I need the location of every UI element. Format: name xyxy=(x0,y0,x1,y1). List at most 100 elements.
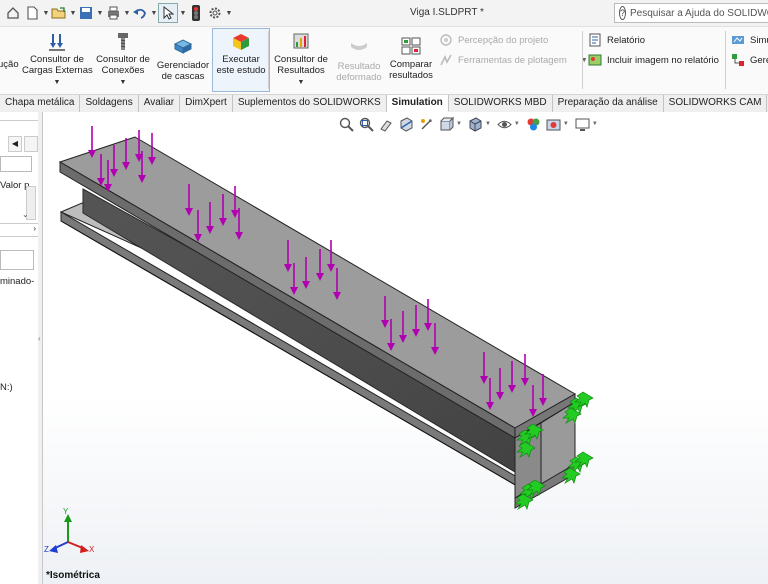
tab-evaluate[interactable]: Avaliar xyxy=(139,95,181,112)
include-image-icon xyxy=(588,53,602,67)
chevron-down-icon[interactable]: ▼ xyxy=(22,77,92,88)
material-field[interactable] xyxy=(0,250,34,270)
scroll-right-button[interactable] xyxy=(24,136,38,152)
chevron-down-icon[interactable]: ▼ xyxy=(179,10,187,17)
undo-icon[interactable] xyxy=(131,4,149,22)
select-icon[interactable] xyxy=(158,3,178,23)
panel-header xyxy=(0,112,38,121)
ribbon-label: ução xyxy=(0,59,19,70)
tab-simulation[interactable]: Simulation xyxy=(386,95,449,112)
ribbon-label: Consultor de Resultados xyxy=(274,54,328,76)
ribbon-label: Resultado deformado xyxy=(336,61,382,83)
include-image-button[interactable]: Incluir imagem no relatório xyxy=(588,53,719,67)
save-icon[interactable] xyxy=(77,4,95,22)
title-bar: ▼ ▼ ▼ ▼ ▼ ▼ ▼ Viga I.SLDPRT * ? Pesquisa… xyxy=(0,0,768,27)
deformed-result-icon xyxy=(349,39,369,59)
ribbon-separator xyxy=(725,31,726,89)
chevron-down-icon[interactable]: ▼ xyxy=(69,10,77,17)
run-study-button[interactable]: Executar este estudo xyxy=(212,27,270,76)
run-study-icon xyxy=(231,32,251,52)
tab-dimxpert[interactable]: DimXpert xyxy=(180,95,233,112)
results-advisor-button[interactable]: Consultor de Resultados ▼ xyxy=(270,27,332,88)
help-search-field[interactable]: ? Pesquisar a Ajuda do SOLIDWORKS xyxy=(614,3,768,23)
help-search-placeholder: Pesquisar a Ajuda do SOLIDWORKS xyxy=(630,7,768,19)
horizontal-scrollbar[interactable]: › xyxy=(0,223,38,237)
manager-icon xyxy=(731,53,745,67)
report-label: Relatório xyxy=(607,34,646,46)
value-input[interactable] xyxy=(0,156,32,172)
chevron-down-icon[interactable]: ▼ xyxy=(150,10,158,17)
triad-z-label: Z xyxy=(44,545,49,554)
ribbon-label: Gerenciador de cascas xyxy=(156,60,210,82)
ribbon-label: Comparar resultados xyxy=(389,59,433,81)
valor-label: Valor p xyxy=(0,180,30,191)
tab-addins[interactable]: Suplementos do SOLIDWORKS xyxy=(233,95,387,112)
simulation-button[interactable]: Simu xyxy=(731,33,768,47)
ribbon-separator xyxy=(268,31,269,89)
cut-off-icon xyxy=(0,32,18,52)
command-manager-ribbon: ução Consultor de Cargas Externas ▼ Consu… xyxy=(0,27,768,95)
graphics-area[interactable]: ▼ ▼ ▼ ▼ ▼ Y X Z *Isométrica xyxy=(43,112,768,584)
ribbon-label: Consultor de Cargas Externas xyxy=(22,54,93,76)
plot-tools-icon xyxy=(439,53,453,67)
window-title: Viga I.SLDPRT * xyxy=(410,7,484,18)
ribbon-label: Consultor de Conexões xyxy=(96,54,150,76)
print-icon[interactable] xyxy=(104,4,122,22)
home-icon[interactable] xyxy=(4,4,22,22)
cut-off-button[interactable]: ução xyxy=(0,27,19,70)
compare-results-icon xyxy=(401,37,421,57)
options-gear-icon[interactable] xyxy=(206,4,224,22)
manager-label: Gere xyxy=(750,54,768,66)
external-loads-icon xyxy=(47,32,67,52)
design-insight-label: Percepção do projeto xyxy=(458,34,549,46)
help-icon: ? xyxy=(619,6,627,20)
simulation-label: Simu xyxy=(750,34,768,46)
scroll-left-button[interactable]: ◀ xyxy=(8,136,22,152)
chevron-down-icon[interactable]: ▼ xyxy=(270,77,332,88)
report-icon xyxy=(588,33,602,47)
report-button[interactable]: Relatório xyxy=(588,33,645,47)
compare-results-button[interactable]: Comparar resultados xyxy=(386,27,436,81)
shell-manager-icon xyxy=(173,38,193,58)
open-icon[interactable] xyxy=(50,4,68,22)
triad-x-label: X xyxy=(89,545,95,554)
chevron-down-icon[interactable]: ▼ xyxy=(123,10,131,17)
tab-sheet-metal[interactable]: Chapa metálica xyxy=(0,95,81,112)
panel-nav: ◀ xyxy=(0,134,38,154)
chevron-down-icon[interactable]: ▼ xyxy=(42,10,50,17)
ribbon-separator xyxy=(582,31,583,89)
tab-analysis-prep[interactable]: Preparação da análise xyxy=(553,95,664,112)
quick-access-toolbar: ▼ ▼ ▼ ▼ ▼ ▼ ▼ xyxy=(4,3,233,23)
tab-cam[interactable]: SOLIDWORKS CAM xyxy=(664,95,768,112)
plot-tools-button[interactable]: Ferramentas de plotagem ▼ xyxy=(439,53,588,67)
tab-weldments[interactable]: Soldagens xyxy=(80,95,139,112)
beam-model[interactable]: Y X Z xyxy=(43,112,768,584)
force-unit-label: N:) xyxy=(0,382,13,393)
external-loads-advisor-button[interactable]: Consultor de Cargas Externas ▼ xyxy=(22,27,93,88)
connections-advisor-button[interactable]: Consultor de Conexões ▼ xyxy=(92,27,154,88)
top-flange-front xyxy=(59,161,516,439)
view-orientation-label: *Isométrica xyxy=(46,570,100,581)
chevron-down-icon[interactable]: ⌄ xyxy=(22,210,29,219)
property-manager-panel: ◀ Valor p ⌄ › minado- N:) xyxy=(0,112,39,584)
traffic-light-icon[interactable] xyxy=(187,4,205,22)
deformed-result-button[interactable]: Resultado deformado xyxy=(334,27,384,83)
manager-button[interactable]: Gere xyxy=(731,53,768,67)
design-insight-icon xyxy=(439,33,453,47)
include-image-label: Incluir imagem no relatório xyxy=(607,54,719,66)
triad-y-label: Y xyxy=(63,507,69,516)
results-advisor-icon xyxy=(291,32,311,52)
coordinate-triad: Y X Z xyxy=(44,507,95,554)
command-manager-tabs: Chapa metálica Soldagens Avaliar DimXper… xyxy=(0,95,768,113)
simulation-icon xyxy=(731,33,745,47)
tab-mbd[interactable]: SOLIDWORKS MBD xyxy=(449,95,553,112)
chevron-down-icon[interactable]: ▼ xyxy=(92,77,154,88)
laminado-label: minado- xyxy=(0,276,35,287)
chevron-down-icon[interactable]: ▼ xyxy=(225,10,233,17)
design-insight-button[interactable]: Percepção do projeto xyxy=(439,33,548,47)
plot-tools-label: Ferramentas de plotagem xyxy=(458,54,567,66)
splitter-handle-icon[interactable]: ‹ xyxy=(38,334,41,343)
chevron-down-icon[interactable]: ▼ xyxy=(96,10,104,17)
new-document-icon[interactable] xyxy=(23,4,41,22)
shell-manager-button[interactable]: Gerenciador de cascas xyxy=(154,27,212,82)
